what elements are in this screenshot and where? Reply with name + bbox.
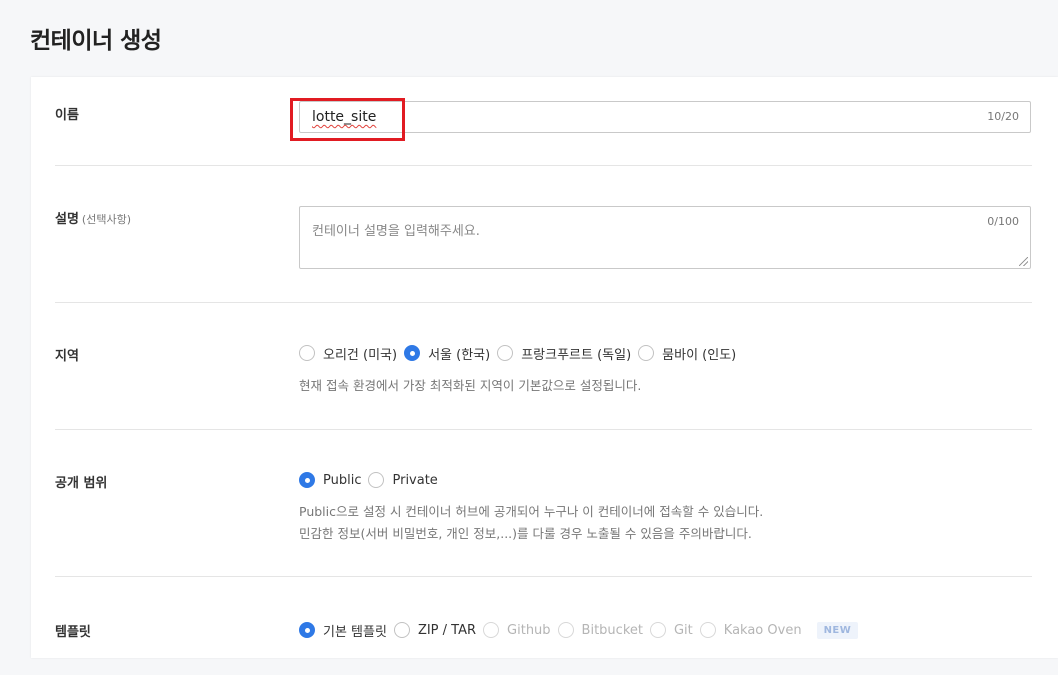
region-radio-group: 오리건 (미국) 서울 (한국) 프랑크푸르트 (독일) 뭄바이 (인도): [299, 343, 743, 363]
radio-circle[interactable]: [299, 472, 315, 488]
template-option-zip-tar[interactable]: ZIP / TAR: [393, 622, 476, 638]
visibility-help-line: Public으로 설정 시 컨테이너 허브에 공개되어 누구나 이 컨테이너에 …: [299, 504, 764, 519]
description-label-text: 설명: [55, 212, 79, 227]
description-label: 설명 (선택사항): [55, 208, 131, 227]
template-option-bitbucket[interactable]: Bitbucket: [557, 622, 643, 638]
visibility-option-public[interactable]: Public: [299, 472, 361, 488]
resize-handle-icon[interactable]: [1019, 257, 1028, 266]
description-char-counter: 0/100: [987, 215, 1019, 228]
visibility-radio-group: Public Private: [299, 470, 445, 490]
divider: [55, 302, 1032, 303]
region-option-mumbai[interactable]: 뭄바이 (인도): [638, 344, 736, 363]
visibility-warning-line: 민감한 정보(서버 비밀번호, 개인 정보,...)를 다룰 경우 노출될 수 …: [299, 526, 752, 541]
radio-circle[interactable]: [483, 622, 500, 638]
highlight-annotation-box: [290, 98, 405, 141]
new-badge: NEW: [816, 621, 859, 639]
page-title: 컨테이너 생성: [30, 28, 162, 54]
radio-circle[interactable]: [299, 345, 315, 361]
divider: [55, 576, 1032, 577]
visibility-option-private[interactable]: Private: [368, 472, 438, 488]
name-char-counter: 10/20: [987, 110, 1019, 123]
region-option-frankfurt[interactable]: 프랑크푸르트 (독일): [497, 344, 631, 363]
radio-circle[interactable]: [497, 345, 514, 361]
divider: [55, 429, 1032, 430]
radio-circle[interactable]: [368, 472, 385, 488]
description-placeholder: 컨테이너 설명을 입력해주세요.: [312, 224, 480, 239]
radio-circle[interactable]: [404, 345, 421, 361]
name-input[interactable]: lotte_site 10/20: [299, 101, 1031, 133]
region-option-oregon[interactable]: 오리건 (미국): [299, 344, 397, 363]
radio-circle[interactable]: [557, 622, 574, 638]
radio-circle[interactable]: [638, 345, 655, 361]
visibility-label: 공개 범위: [55, 476, 108, 491]
visibility-help-text: Public으로 설정 시 컨테이너 허브에 공개되어 누구나 이 컨테이너에 …: [299, 501, 763, 545]
template-option-github[interactable]: Github: [483, 622, 551, 638]
template-option-basic[interactable]: 기본 템플릿: [299, 621, 387, 640]
divider: [55, 165, 1032, 166]
template-option-kakao-oven[interactable]: Kakao Oven: [699, 622, 802, 638]
template-label: 템플릿: [55, 625, 91, 640]
radio-circle[interactable]: [649, 622, 666, 638]
optional-hint: (선택사항): [81, 213, 131, 226]
radio-circle[interactable]: [699, 622, 716, 638]
template-radio-group: 기본 템플릿 ZIP / TAR Github Bitbucket Git Ka…: [299, 620, 859, 640]
container-create-form: 이름 lotte_site 10/20 설명 (선택사항) 컨테이너 설명을 입력…: [31, 77, 1058, 658]
radio-circle[interactable]: [393, 622, 410, 638]
radio-circle[interactable]: [299, 622, 315, 638]
name-label: 이름: [55, 108, 79, 123]
region-option-seoul[interactable]: 서울 (한국): [404, 344, 490, 363]
region-label: 지역: [55, 349, 79, 364]
region-help-text: 현재 접속 환경에서 가장 최적화된 지역이 기본값으로 설정됩니다.: [299, 378, 642, 393]
template-option-git[interactable]: Git: [649, 622, 693, 638]
description-textarea[interactable]: 컨테이너 설명을 입력해주세요. 0/100: [299, 206, 1031, 269]
